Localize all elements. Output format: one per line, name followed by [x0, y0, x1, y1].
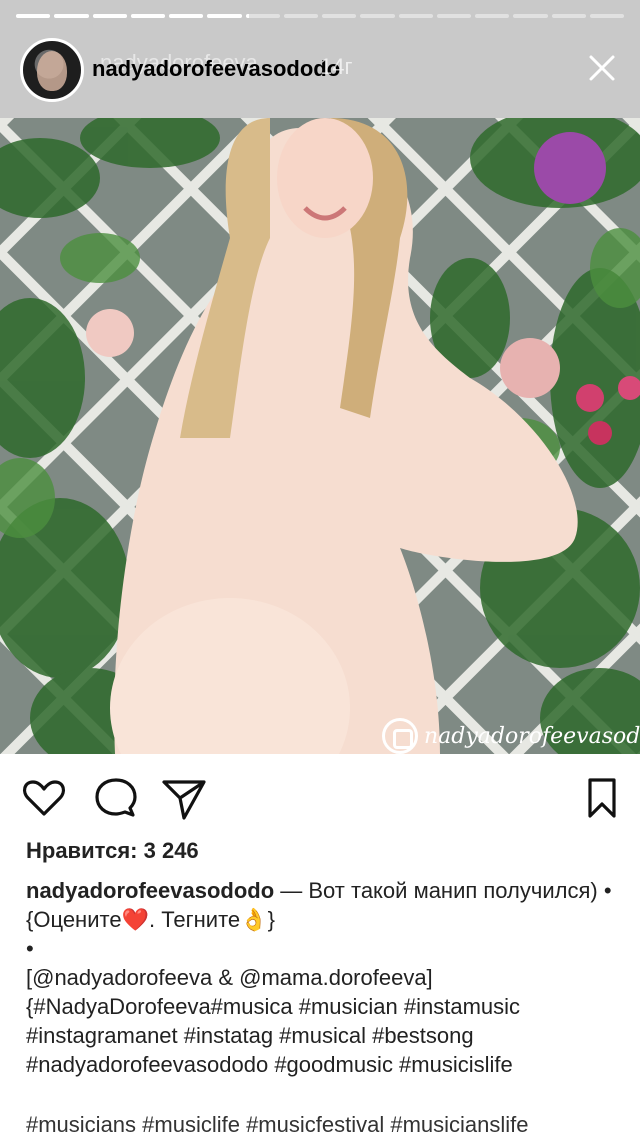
story-segment: [283, 14, 318, 18]
caption-line-2c: }: [267, 907, 275, 932]
story-segment: [16, 14, 51, 18]
story-segment: [54, 14, 89, 18]
caption-line-5[interactable]: {#NadyaDorofeeva#musica #musician #insta…: [26, 992, 620, 1021]
story-segment-fill: [130, 14, 165, 18]
story-segment-fill: [169, 14, 204, 18]
caption-line-6[interactable]: #instagramanet #instatag #musical #bests…: [26, 1021, 620, 1050]
avatar[interactable]: [20, 38, 84, 102]
ok-hand-emoji: 👌: [240, 907, 268, 932]
story-segment: [130, 14, 165, 18]
heart-icon[interactable]: [20, 774, 68, 822]
story-username[interactable]: nadyadorofeevasododo: [92, 56, 340, 82]
story-segment: [169, 14, 204, 18]
post-photo: nadyadorofeevasododo: [0, 118, 640, 754]
story-segment: [589, 14, 624, 18]
comment-icon[interactable]: [92, 774, 140, 822]
watermark-text: nadyadorofeevasododo: [424, 723, 640, 749]
story-segment: [513, 14, 548, 18]
caption-line-3: •: [26, 936, 34, 961]
story-header: nadyadorofeeva nadyadorofeevasododo 14г: [0, 30, 640, 110]
story-segment: [207, 14, 242, 18]
photo-illustration: [0, 118, 640, 754]
close-icon[interactable]: [586, 52, 618, 84]
story-segment: [360, 14, 395, 18]
story-segment: [322, 14, 357, 18]
story-segment: [551, 14, 586, 18]
more-dots-icon[interactable]: •••: [581, 1069, 614, 1100]
caption-line-4[interactable]: [@nadyadorofeeva & @mama.dorofeeva]: [26, 963, 620, 992]
watermark: nadyadorofeevasododo: [382, 718, 640, 754]
story-segment-fill: [92, 14, 127, 18]
story-segment-fill: [16, 14, 51, 18]
story-segment-fill: [207, 14, 242, 18]
story-time: 14г: [320, 54, 353, 79]
story-segment: [475, 14, 510, 18]
caption-line-2a: {Оцените: [26, 907, 122, 932]
send-icon[interactable]: [160, 774, 208, 822]
post-caption: nadyadorofeevasododo — Вот такой манип п…: [26, 876, 620, 1079]
post-details: Нравится: 3 246 nadyadorofeevasododo — В…: [0, 754, 640, 1136]
story-segment: [436, 14, 471, 18]
heart-emoji: ❤️: [121, 907, 149, 932]
story-send-icon[interactable]: [484, 1070, 540, 1116]
likes-count[interactable]: Нравится: 3 246: [26, 838, 199, 864]
bookmark-icon[interactable]: [578, 774, 626, 822]
caption-line-2b: . Тегните: [148, 907, 241, 932]
post-actions: [20, 774, 620, 822]
caption-overflow: #musicians #musiclife #musicfestival #mu…: [26, 1112, 529, 1136]
instagram-icon: [382, 718, 418, 754]
story-progress: [16, 14, 624, 20]
story-segment-fill: [245, 14, 249, 18]
caption-username[interactable]: nadyadorofeevasododo: [26, 878, 274, 903]
story-segment: [92, 14, 127, 18]
story-segment: [398, 14, 433, 18]
caption-line-1: — Вот такой манип получился) •: [274, 878, 612, 903]
story-segment-fill: [54, 14, 89, 18]
story-segment: [245, 14, 280, 18]
